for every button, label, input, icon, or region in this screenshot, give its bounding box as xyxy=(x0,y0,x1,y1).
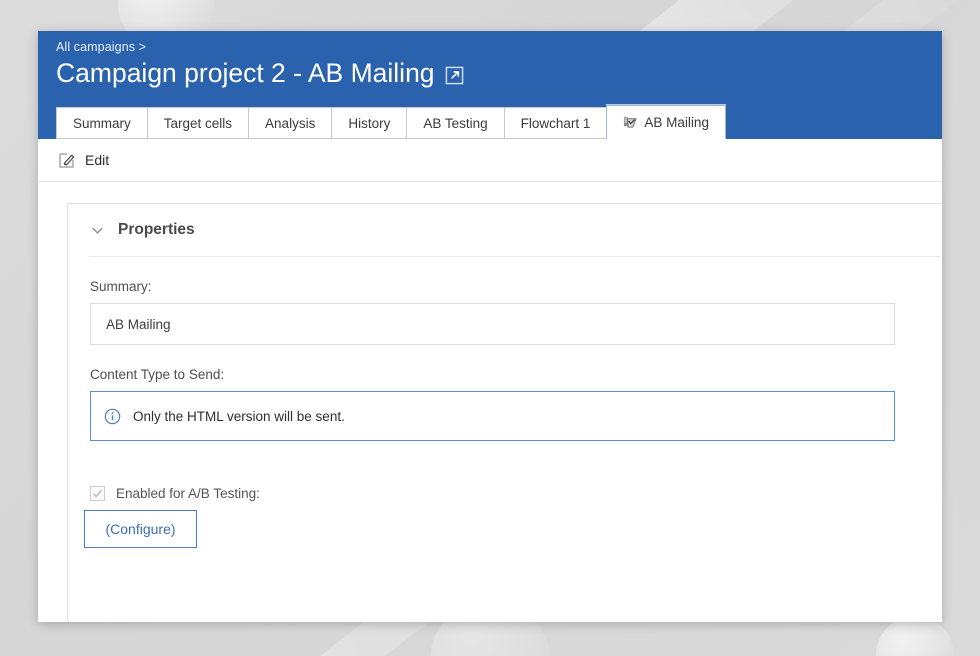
tab-bar: Summary Target cells Analysis History AB… xyxy=(38,105,942,139)
content-type-field-group: Content Type to Send: Only the HTML vers… xyxy=(90,367,942,441)
external-link-icon[interactable] xyxy=(445,66,464,85)
tab-flowchart-1[interactable]: Flowchart 1 xyxy=(504,107,607,139)
mail-delivery-icon xyxy=(623,115,638,130)
background-blob xyxy=(876,616,954,656)
ab-testing-checkbox-label: Enabled for A/B Testing: xyxy=(116,486,260,501)
content-area: Properties Summary: AB Mailing Content T… xyxy=(38,182,942,622)
pencil-edit-icon xyxy=(58,151,76,169)
configure-button[interactable]: (Configure) xyxy=(84,510,197,548)
chevron-down-icon[interactable] xyxy=(90,223,105,238)
info-circle-icon xyxy=(104,408,121,425)
summary-input[interactable]: AB Mailing xyxy=(90,303,895,345)
tab-summary[interactable]: Summary xyxy=(56,107,147,139)
ab-testing-checkbox-row: Enabled for A/B Testing: xyxy=(90,486,942,501)
edit-button-label: Edit xyxy=(85,152,109,168)
title-row: Campaign project 2 - AB Mailing xyxy=(56,56,942,90)
page-header: All campaigns > Campaign project 2 - AB … xyxy=(38,31,942,105)
tab-ab-mailing[interactable]: AB Mailing xyxy=(606,105,726,139)
tab-label: Target cells xyxy=(164,116,232,131)
properties-panel-header[interactable]: Properties xyxy=(90,204,942,256)
summary-label: Summary: xyxy=(90,279,942,294)
ab-testing-checkbox[interactable] xyxy=(90,486,105,501)
tab-label: AB Testing xyxy=(423,116,487,131)
panel-title: Properties xyxy=(118,221,195,239)
action-toolbar: Edit xyxy=(38,139,942,182)
tab-label: Analysis xyxy=(265,116,315,131)
content-type-info-box: Only the HTML version will be sent. xyxy=(90,391,895,441)
page-title: Campaign project 2 - AB Mailing xyxy=(56,56,435,90)
properties-panel: Properties Summary: AB Mailing Content T… xyxy=(67,203,942,622)
application-window: All campaigns > Campaign project 2 - AB … xyxy=(38,31,942,622)
tab-target-cells[interactable]: Target cells xyxy=(147,107,248,139)
edit-button[interactable]: Edit xyxy=(58,151,109,169)
summary-field-group: Summary: AB Mailing xyxy=(90,279,942,345)
tab-label: History xyxy=(348,116,390,131)
content-type-label: Content Type to Send: xyxy=(90,367,942,382)
content-type-message: Only the HTML version will be sent. xyxy=(133,409,345,424)
panel-divider xyxy=(89,256,940,257)
tab-label: Flowchart 1 xyxy=(521,116,591,131)
tab-analysis[interactable]: Analysis xyxy=(248,107,331,139)
tab-label: AB Mailing xyxy=(644,115,709,130)
tab-history[interactable]: History xyxy=(331,107,406,139)
breadcrumb[interactable]: All campaigns > xyxy=(56,39,942,55)
tab-label: Summary xyxy=(73,116,131,131)
tab-ab-testing[interactable]: AB Testing xyxy=(406,107,503,139)
